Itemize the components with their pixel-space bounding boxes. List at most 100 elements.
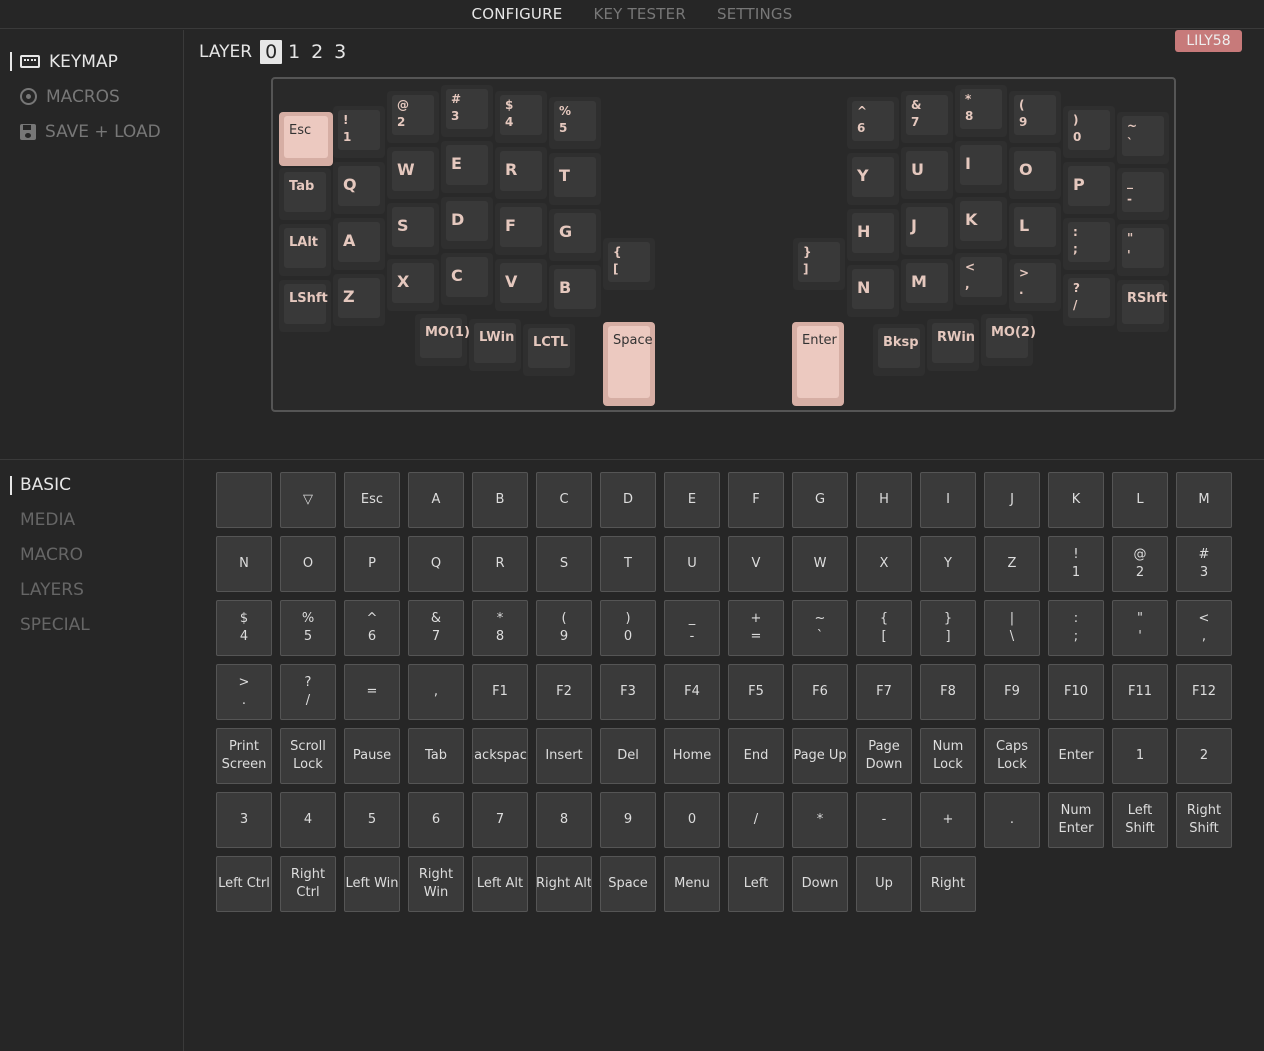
palette-key[interactable]: ~ `: [792, 600, 848, 656]
category-layers[interactable]: LAYERS: [10, 573, 90, 608]
layer-3-button[interactable]: 3: [329, 40, 351, 64]
palette-key[interactable]: Left Alt: [472, 856, 528, 912]
palette-key[interactable]: Del: [600, 728, 656, 784]
palette-key[interactable]: ▽: [280, 472, 336, 528]
palette-key[interactable]: Num Lock: [920, 728, 976, 784]
palette-key[interactable]: *: [792, 792, 848, 848]
board-key[interactable]: Space: [603, 322, 655, 406]
palette-key[interactable]: Caps Lock: [984, 728, 1040, 784]
palette-key[interactable]: K: [1048, 472, 1104, 528]
palette-key[interactable]: F6: [792, 664, 848, 720]
palette-key[interactable]: ^ 6: [344, 600, 400, 656]
category-basic[interactable]: BASIC: [10, 468, 90, 503]
palette-key[interactable]: 9: [600, 792, 656, 848]
palette-key[interactable]: Right Ctrl: [280, 856, 336, 912]
layer-0-button[interactable]: 0: [260, 40, 283, 64]
palette-key[interactable]: G: [792, 472, 848, 528]
board-key[interactable]: MO(1): [415, 314, 470, 366]
palette-key[interactable]: N: [216, 536, 272, 592]
palette-key[interactable]: < ,: [1176, 600, 1232, 656]
palette-key[interactable]: F1: [472, 664, 528, 720]
palette-key[interactable]: F4: [664, 664, 720, 720]
board-key[interactable]: LShft: [279, 280, 331, 332]
layer-1-button[interactable]: 1: [283, 40, 305, 64]
board-key[interactable]: LAlt: [279, 224, 331, 276]
palette-key[interactable]: ,: [408, 664, 464, 720]
board-key[interactable]: Bksp: [873, 324, 925, 376]
board-key[interactable]: G: [549, 209, 601, 261]
palette-key[interactable]: : ;: [1048, 600, 1104, 656]
palette-key[interactable]: Home: [664, 728, 720, 784]
palette-key[interactable]: +: [920, 792, 976, 848]
palette-key[interactable]: D: [600, 472, 656, 528]
palette-key[interactable]: Up: [856, 856, 912, 912]
board-key[interactable]: ? /: [1063, 274, 1115, 326]
board-key[interactable]: V: [495, 259, 547, 311]
board-key[interactable]: D: [441, 197, 493, 249]
palette-key[interactable]: Insert: [536, 728, 592, 784]
board-key[interactable]: K: [955, 197, 1007, 249]
tab-key-tester[interactable]: KEY TESTER: [593, 0, 685, 29]
palette-key[interactable]: F12: [1176, 664, 1232, 720]
board-key[interactable]: @ 2: [387, 91, 439, 143]
palette-key[interactable]: 0: [664, 792, 720, 848]
palette-key[interactable]: F: [728, 472, 784, 528]
palette-key[interactable]: Scroll Lock: [280, 728, 336, 784]
board-key[interactable]: ~ `: [1117, 112, 1169, 164]
palette-key[interactable]: % 5: [280, 600, 336, 656]
board-key[interactable]: > .: [1009, 259, 1061, 311]
palette-key[interactable]: H: [856, 472, 912, 528]
tab-configure[interactable]: CONFIGURE: [472, 0, 563, 29]
palette-key[interactable]: .: [984, 792, 1040, 848]
palette-key[interactable]: M: [1176, 472, 1232, 528]
palette-key[interactable]: -: [856, 792, 912, 848]
board-key[interactable]: # 3: [441, 85, 493, 137]
board-key[interactable]: P: [1063, 162, 1115, 214]
palette-key[interactable]: X: [856, 536, 912, 592]
palette-key[interactable]: Left Ctrl: [216, 856, 272, 912]
palette-key[interactable]: Right Alt: [536, 856, 592, 912]
board-key[interactable]: _ -: [1117, 168, 1169, 220]
board-key[interactable]: A: [333, 218, 385, 270]
palette-key[interactable]: =: [344, 664, 400, 720]
palette-key[interactable]: Z: [984, 536, 1040, 592]
category-special[interactable]: SPECIAL: [10, 608, 90, 643]
palette-key[interactable]: 2: [1176, 728, 1232, 784]
palette-key[interactable]: S: [536, 536, 592, 592]
palette-key[interactable]: L: [1112, 472, 1168, 528]
palette-key[interactable]: Tab: [408, 728, 464, 784]
board-key[interactable]: ( 9: [1009, 91, 1061, 143]
palette-key[interactable]: Right Shift: [1176, 792, 1232, 848]
board-key[interactable]: F: [495, 203, 547, 255]
board-key[interactable]: Q: [333, 162, 385, 214]
board-key[interactable]: * 8: [955, 85, 1007, 137]
palette-key[interactable]: F10: [1048, 664, 1104, 720]
palette-key[interactable]: 5: [344, 792, 400, 848]
board-key[interactable]: ^ 6: [847, 97, 899, 149]
palette-key[interactable]: F2: [536, 664, 592, 720]
palette-key[interactable]: Down: [792, 856, 848, 912]
board-key[interactable]: Y: [847, 153, 899, 205]
board-key[interactable]: MO(2): [981, 314, 1036, 366]
palette-key[interactable]: * 8: [472, 600, 528, 656]
board-key[interactable]: " ': [1117, 224, 1169, 276]
palette-key[interactable]: Left: [728, 856, 784, 912]
board-key[interactable]: R: [495, 147, 547, 199]
palette-key[interactable]: R: [472, 536, 528, 592]
palette-key[interactable]: End: [728, 728, 784, 784]
board-key[interactable]: E: [441, 141, 493, 193]
palette-key[interactable]: Pause: [344, 728, 400, 784]
palette-key[interactable]: ) 0: [600, 600, 656, 656]
board-key[interactable]: J: [901, 203, 953, 255]
board-key[interactable]: N: [847, 265, 899, 317]
palette-key[interactable]: [216, 472, 272, 528]
board-key[interactable]: X: [387, 259, 439, 311]
palette-key[interactable]: 3: [216, 792, 272, 848]
palette-key[interactable]: 8: [536, 792, 592, 848]
board-key[interactable]: ! 1: [333, 106, 385, 158]
board-key[interactable]: C: [441, 253, 493, 305]
palette-key[interactable]: F7: [856, 664, 912, 720]
tab-settings[interactable]: SETTINGS: [717, 0, 792, 29]
board-key[interactable]: $ 4: [495, 91, 547, 143]
palette-key[interactable]: Enter: [1048, 728, 1104, 784]
